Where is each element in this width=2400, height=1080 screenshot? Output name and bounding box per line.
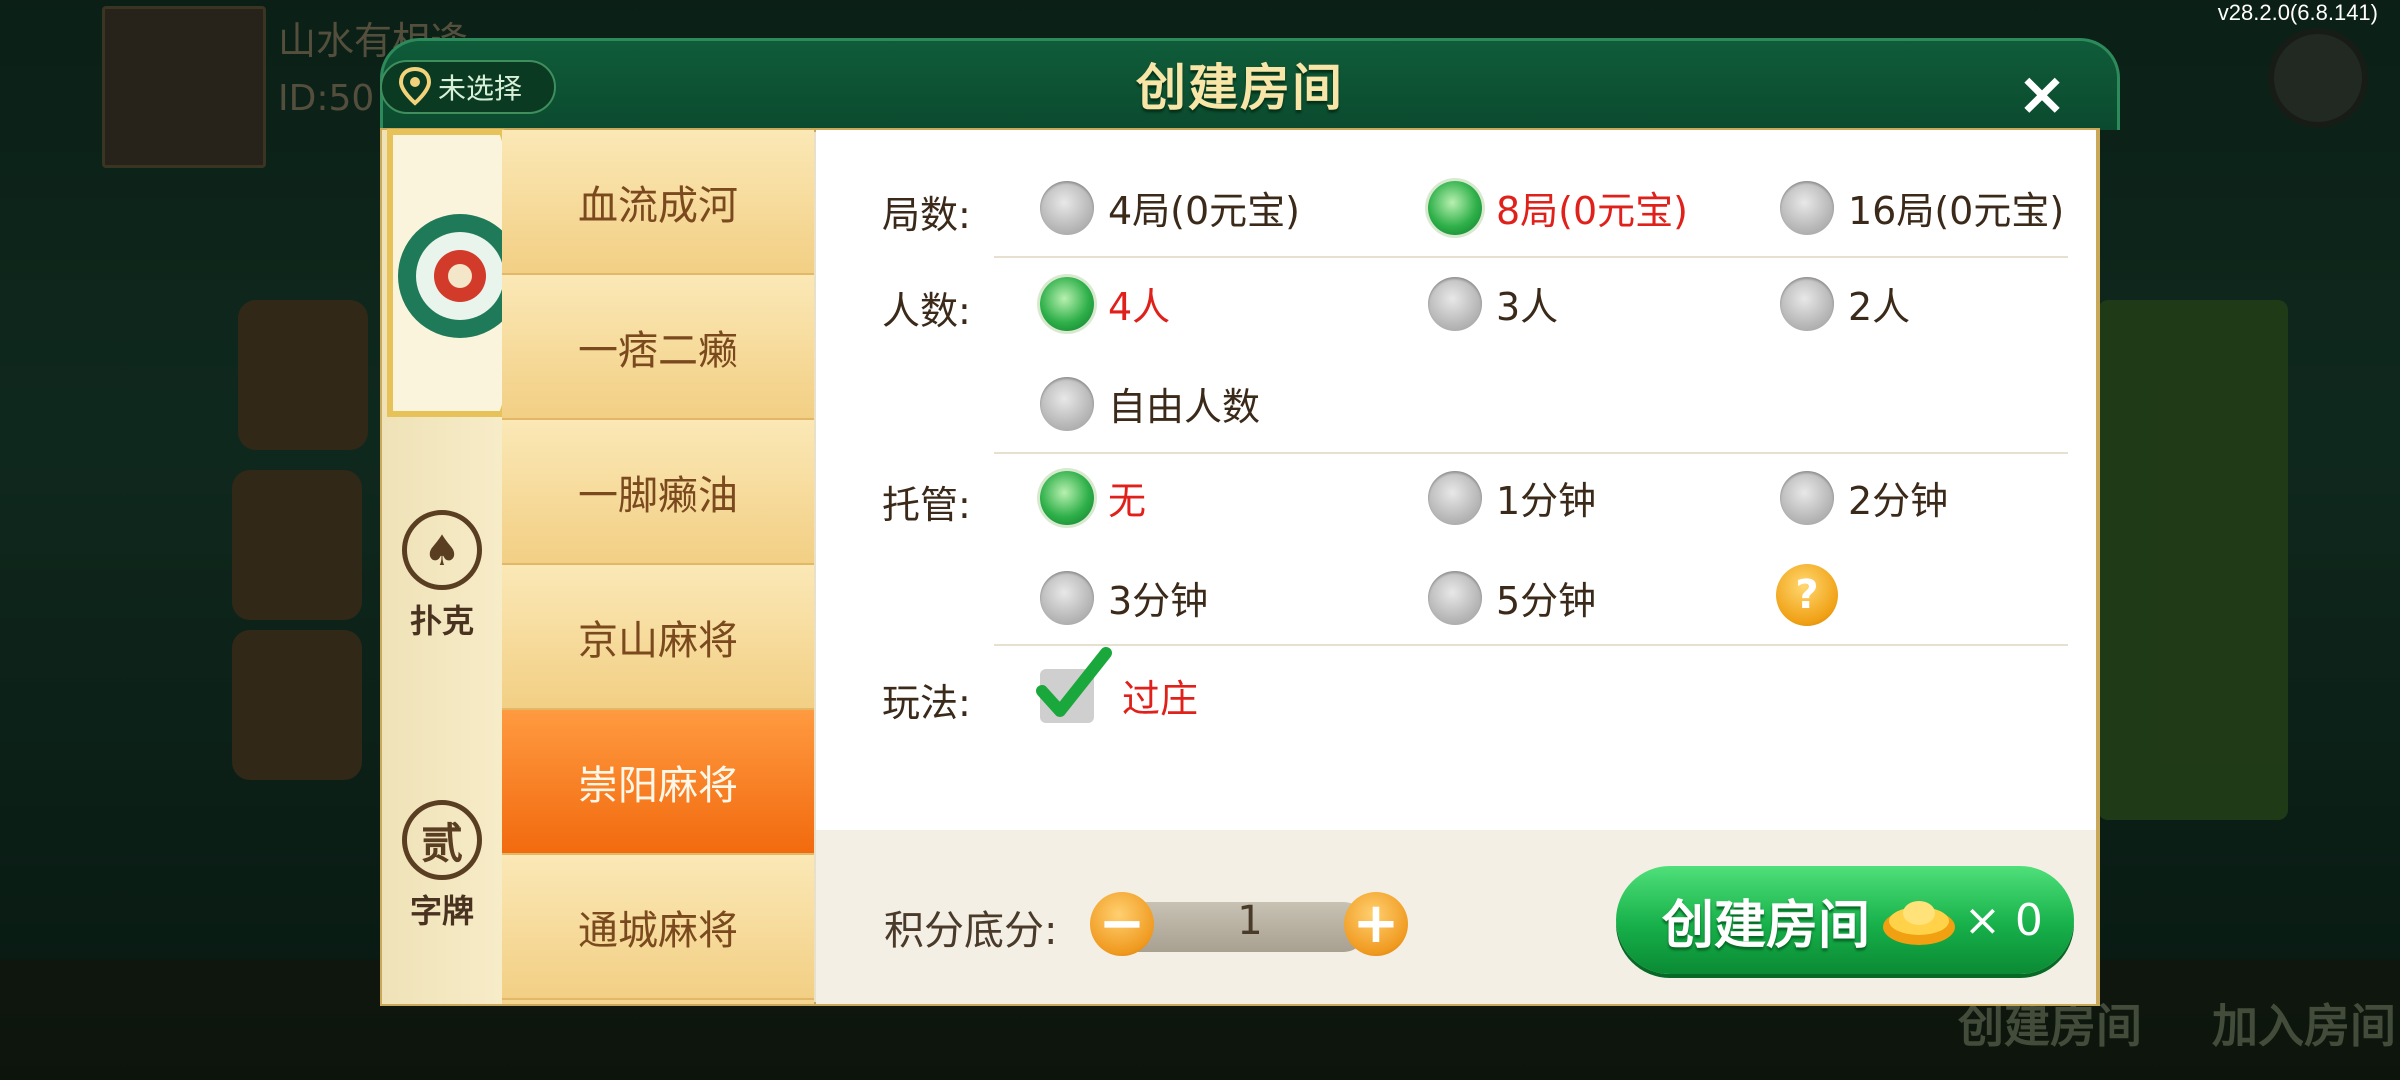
radio-button[interactable]: [1040, 180, 1094, 235]
radio-button-selected[interactable]: [1428, 180, 1482, 235]
dialog-title: 创建房间: [1136, 59, 1344, 117]
rules-option-guozhuang[interactable]: 过庄: [1036, 646, 1199, 723]
auto-option-5min[interactable]: 5分钟: [1428, 570, 1596, 625]
score-value: 1: [1237, 898, 1263, 944]
score-label: 积分底分:: [884, 908, 1058, 954]
game-list: 血流成河 一痞二癞 一脚癞油 京山麻将 崇阳麻将 通城麻将: [502, 130, 814, 1004]
auto-option-none[interactable]: 无: [1040, 470, 1146, 525]
game-item[interactable]: 一痞二癞: [502, 275, 814, 420]
radio-button[interactable]: [1780, 470, 1834, 525]
character-tile-icon: 贰: [402, 800, 482, 880]
rules-label: 玩法:: [882, 681, 971, 725]
create-room-label: 创建房间: [1662, 895, 1871, 956]
players-option-free[interactable]: 自由人数: [1040, 376, 1260, 431]
rounds-label: 局数:: [882, 193, 971, 237]
close-button[interactable]: ×: [2008, 59, 2076, 129]
location-pin-icon: [398, 67, 432, 106]
players-label: 人数:: [882, 289, 971, 333]
radio-button[interactable]: [1780, 276, 1834, 331]
radio-button[interactable]: [1428, 276, 1482, 331]
checkmark-icon: [1036, 646, 1112, 717]
game-item-selected[interactable]: 崇阳麻将: [502, 710, 814, 855]
auto-label: 托管:: [882, 483, 971, 527]
option-text: 过庄: [1122, 677, 1199, 721]
spade-icon: ♠: [402, 510, 482, 590]
players-option-4[interactable]: 4人: [1040, 276, 1170, 331]
row-divider: [994, 256, 2068, 258]
option-text: 5分钟: [1496, 579, 1597, 623]
gold-ingot-icon: [1883, 901, 1956, 945]
option-text: 无: [1108, 479, 1147, 523]
category-label: 字牌: [409, 892, 474, 930]
radio-button-selected[interactable]: [1040, 276, 1094, 331]
radio-button[interactable]: [1040, 570, 1094, 625]
option-text: 1分钟: [1496, 479, 1597, 523]
radio-button-selected[interactable]: [1040, 470, 1094, 525]
category-label: 扑克: [409, 602, 474, 640]
create-room-button[interactable]: 创建房间 × 0: [1616, 866, 2074, 974]
game-item[interactable]: 一脚癞油: [502, 420, 814, 565]
radio-button[interactable]: [1040, 376, 1094, 431]
option-text: 8局(0元宝): [1496, 189, 1689, 233]
increase-button[interactable]: +: [1344, 892, 1408, 956]
option-text: 16局(0元宝): [1848, 189, 2065, 233]
rounds-option-8[interactable]: 8局(0元宝): [1428, 180, 1688, 235]
option-text: 2分钟: [1848, 479, 1949, 523]
auto-option-1min[interactable]: 1分钟: [1428, 470, 1596, 525]
radio-button[interactable]: [1428, 470, 1482, 525]
category-character-tab[interactable]: 贰 字牌: [382, 800, 502, 932]
checkbox-checked[interactable]: [1036, 646, 1112, 723]
game-item[interactable]: 通城麻将: [502, 855, 814, 1000]
option-text: 2人: [1848, 285, 1911, 329]
help-icon[interactable]: ?: [1776, 564, 1838, 626]
location-selector[interactable]: 未选择: [380, 60, 556, 114]
decrease-button[interactable]: −: [1090, 892, 1154, 956]
create-room-cost: × 0: [1964, 894, 2043, 946]
rounds-option-16[interactable]: 16局(0元宝): [1780, 180, 2064, 235]
category-poker-tab[interactable]: ♠ 扑克: [382, 510, 502, 642]
radio-button[interactable]: [1780, 180, 1834, 235]
game-item[interactable]: 京山麻将: [502, 565, 814, 710]
option-text: 4人: [1108, 285, 1171, 329]
auto-option-3min[interactable]: 3分钟: [1040, 570, 1208, 625]
option-text: 3人: [1496, 285, 1559, 329]
game-item[interactable]: 血流成河: [502, 130, 814, 275]
row-divider: [994, 452, 2068, 454]
players-option-3[interactable]: 3人: [1428, 276, 1558, 331]
option-text: 自由人数: [1108, 385, 1261, 429]
auto-option-2min[interactable]: 2分钟: [1780, 470, 1948, 525]
location-text: 未选择: [438, 72, 523, 105]
option-text: 3分钟: [1108, 579, 1209, 623]
row-divider: [994, 644, 2068, 646]
radio-button[interactable]: [1428, 570, 1482, 625]
version-label: v28.2.0(6.8.141): [2217, 0, 2378, 25]
players-option-2[interactable]: 2人: [1780, 276, 1910, 331]
option-text: 4局(0元宝): [1108, 189, 1301, 233]
rounds-option-4[interactable]: 4局(0元宝): [1040, 180, 1300, 235]
